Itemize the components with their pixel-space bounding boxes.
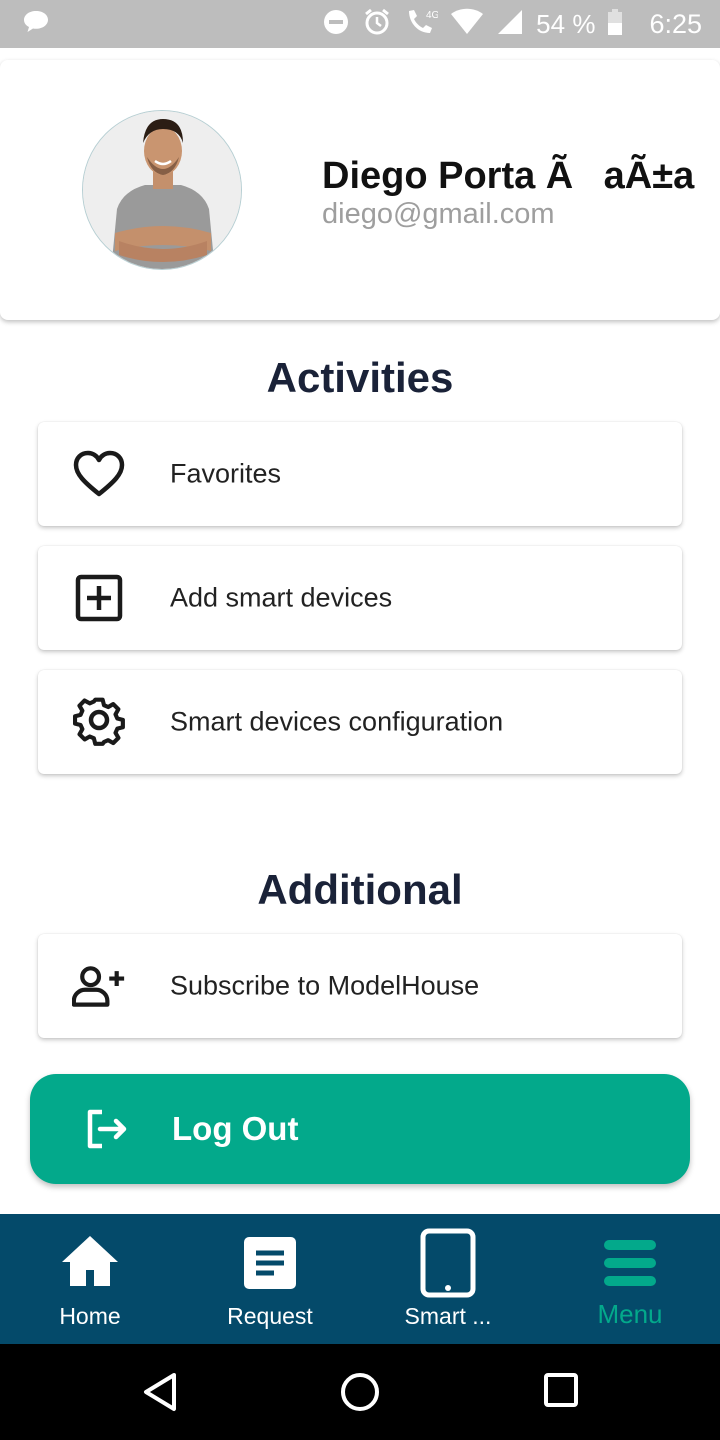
chat-bubble-icon bbox=[22, 9, 50, 40]
plus-square-icon bbox=[72, 572, 126, 624]
gear-icon bbox=[72, 696, 126, 748]
additional-title: Additional bbox=[257, 866, 463, 913]
subscribe-item[interactable]: Subscribe to ModelHouse bbox=[38, 934, 682, 1038]
alarm-icon bbox=[362, 7, 392, 42]
battery-percent: 54 % bbox=[536, 8, 596, 39]
nav-request[interactable]: Request bbox=[180, 1214, 360, 1344]
clock: 6:25 bbox=[649, 8, 702, 39]
add-smart-devices-label: Add smart devices bbox=[170, 582, 393, 613]
call-4g-icon: 4G bbox=[404, 7, 440, 42]
favorites-item[interactable]: Favorites bbox=[38, 422, 682, 526]
system-nav-bar bbox=[0, 1344, 720, 1440]
nav-smart-label: Smart ... bbox=[404, 1303, 492, 1329]
logout-button[interactable]: Log Out bbox=[30, 1074, 690, 1184]
avatar[interactable] bbox=[82, 110, 242, 270]
heart-icon bbox=[72, 448, 126, 500]
menu-icon bbox=[602, 1238, 658, 1293]
favorites-label: Favorites bbox=[170, 458, 282, 489]
signal-icon bbox=[496, 8, 524, 41]
bottom-nav: Home Request Smart ... Menu bbox=[0, 1214, 720, 1344]
logout-icon bbox=[84, 1108, 128, 1150]
profile-menu-screen: 4G 54 % 6:25 bbox=[0, 0, 720, 1440]
nav-smart[interactable]: Smart ... bbox=[358, 1214, 538, 1344]
do-not-disturb-icon bbox=[322, 8, 350, 41]
home-icon bbox=[60, 1234, 120, 1293]
smart-devices-configuration-item[interactable]: Smart devices configuration bbox=[38, 670, 682, 774]
nav-request-label: Request bbox=[227, 1303, 313, 1329]
subscribe-label: Subscribe to ModelHouse bbox=[170, 970, 480, 1001]
nav-home-label: Home bbox=[59, 1303, 121, 1329]
battery-icon bbox=[607, 8, 623, 41]
activities-title: Activities bbox=[266, 354, 454, 401]
smart-devices-configuration-label: Smart devices configuration bbox=[170, 706, 504, 737]
status-bar: 4G 54 % 6:25 bbox=[0, 0, 720, 48]
home-circle-icon[interactable] bbox=[340, 1372, 380, 1417]
wifi-icon bbox=[450, 8, 484, 41]
svg-text:4G: 4G bbox=[426, 10, 438, 21]
nav-home[interactable]: Home bbox=[0, 1214, 180, 1344]
add-user-icon bbox=[72, 960, 126, 1012]
profile-name: Diego Porta ÃaÃ±a bbox=[322, 155, 695, 197]
back-icon[interactable] bbox=[142, 1372, 178, 1417]
recents-icon[interactable] bbox=[543, 1372, 579, 1413]
document-icon bbox=[243, 1236, 297, 1295]
add-smart-devices-item[interactable]: Add smart devices bbox=[38, 546, 682, 650]
logout-label: Log Out bbox=[172, 1110, 299, 1147]
profile-email: diego@gmail.com bbox=[322, 198, 555, 230]
nav-menu-label: Menu bbox=[597, 1299, 663, 1329]
profile-card: Diego Porta ÃaÃ±a diego@gmail.com bbox=[0, 60, 720, 320]
nav-menu[interactable]: Menu bbox=[540, 1214, 720, 1344]
tablet-icon bbox=[420, 1228, 476, 1303]
